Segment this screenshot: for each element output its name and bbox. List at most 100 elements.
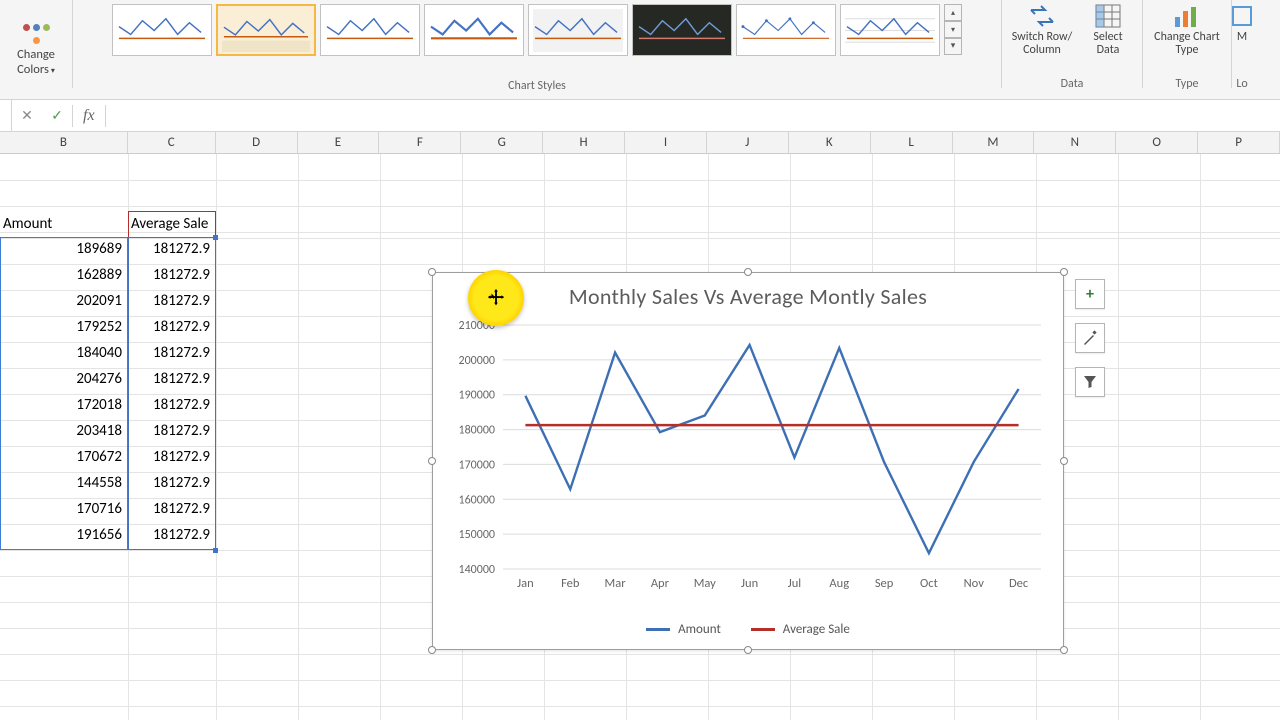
chart-style-1[interactable]: [112, 4, 212, 56]
header-average[interactable]: Average Sale: [128, 212, 238, 238]
svg-text:Sep: Sep: [875, 576, 894, 591]
move-icon: [1232, 2, 1252, 30]
move-chart-button[interactable]: M: [1232, 2, 1252, 44]
chart-legend[interactable]: Amount Average Sale: [433, 622, 1063, 637]
col-header[interactable]: P: [1198, 132, 1280, 153]
col-header[interactable]: D: [216, 132, 298, 153]
cell-average[interactable]: 181272.9: [128, 498, 216, 524]
col-header[interactable]: E: [298, 132, 380, 153]
col-header[interactable]: O: [1116, 132, 1198, 153]
col-header[interactable]: M: [953, 132, 1035, 153]
formula-input[interactable]: [106, 108, 1280, 124]
embedded-chart[interactable]: Monthly Sales Vs Average Montly Sales 14…: [432, 272, 1064, 650]
chart-style-2[interactable]: [216, 4, 316, 56]
col-header[interactable]: K: [789, 132, 871, 153]
table-row[interactable]: 184040181272.9: [0, 342, 238, 368]
col-header[interactable]: J: [707, 132, 789, 153]
cell-amount[interactable]: 184040: [0, 342, 128, 368]
color-dots-icon: [20, 22, 52, 46]
table-row[interactable]: 191656181272.9: [0, 524, 238, 550]
cell-amount[interactable]: 191656: [0, 524, 128, 550]
select-data-button[interactable]: Select Data: [1082, 2, 1134, 57]
chart-style-5[interactable]: [528, 4, 628, 56]
switch-icon: [1027, 2, 1057, 30]
svg-text:May: May: [694, 576, 716, 591]
cell-average[interactable]: 181272.9: [128, 342, 216, 368]
cell-amount[interactable]: 202091: [0, 290, 128, 316]
col-header[interactable]: L: [871, 132, 953, 153]
table-row[interactable]: 203418181272.9: [0, 420, 238, 446]
cell-average[interactable]: 181272.9: [128, 368, 216, 394]
chart-elements-button[interactable]: +: [1075, 279, 1105, 309]
ribbon: Change Colors▾: [0, 0, 1280, 100]
col-header[interactable]: G: [461, 132, 543, 153]
legend-label: Average Sale: [783, 622, 850, 637]
cell-average[interactable]: 181272.9: [128, 446, 216, 472]
cell-average[interactable]: 181272.9: [128, 524, 216, 550]
table-row[interactable]: 144558181272.9: [0, 472, 238, 498]
gallery-scroll-up[interactable]: ▴: [944, 4, 962, 21]
svg-text:170000: 170000: [459, 458, 496, 472]
col-header[interactable]: N: [1034, 132, 1116, 153]
cell-amount[interactable]: 172018: [0, 394, 128, 420]
cell-amount[interactable]: 204276: [0, 368, 128, 394]
chart-title[interactable]: Monthly Sales Vs Average Montly Sales: [433, 283, 1063, 310]
cell-average[interactable]: 181272.9: [128, 472, 216, 498]
cell-amount[interactable]: 189689: [0, 238, 128, 264]
cancel-button[interactable]: ✕: [12, 100, 42, 131]
cell-amount[interactable]: 170672: [0, 446, 128, 472]
cell-average[interactable]: 181272.9: [128, 316, 216, 342]
name-box[interactable]: [0, 100, 12, 131]
cell-amount[interactable]: 170716: [0, 498, 128, 524]
chart-style-8[interactable]: [840, 4, 940, 56]
cell-amount[interactable]: 179252: [0, 316, 128, 342]
chart-styles-button[interactable]: [1075, 323, 1105, 353]
col-header[interactable]: H: [543, 132, 625, 153]
header-amount[interactable]: Amount: [0, 212, 128, 238]
table-row[interactable]: 204276181272.9: [0, 368, 238, 394]
chart-style-4[interactable]: [424, 4, 524, 56]
table-row[interactable]: 179252181272.9: [0, 316, 238, 342]
plot-area[interactable]: 1400001500001600001700001800001900002000…: [503, 325, 1041, 569]
cell-amount[interactable]: 162889: [0, 264, 128, 290]
table-row[interactable]: 202091181272.9: [0, 290, 238, 316]
table-row[interactable]: 172018181272.9: [0, 394, 238, 420]
brush-icon: [1082, 330, 1098, 346]
cell-average[interactable]: 181272.9: [128, 290, 216, 316]
type-group: Change Chart Type Type: [1143, 0, 1231, 99]
cell-average[interactable]: 181272.9: [128, 394, 216, 420]
gallery-more[interactable]: ▾: [944, 38, 962, 55]
table-row[interactable]: 170672181272.9: [0, 446, 238, 472]
data-group-label: Data: [1061, 77, 1084, 95]
table-row[interactable]: 162889181272.9: [0, 264, 238, 290]
svg-text:Jun: Jun: [741, 576, 758, 591]
svg-text:160000: 160000: [459, 493, 496, 507]
col-header[interactable]: C: [128, 132, 216, 153]
cell-average[interactable]: 181272.9: [128, 264, 216, 290]
svg-text:Mar: Mar: [605, 576, 627, 591]
type-group-label: Type: [1175, 77, 1198, 95]
gallery-scroll-down[interactable]: ▾: [944, 21, 962, 38]
table-row[interactable]: 189689181272.9: [0, 238, 238, 264]
move-cursor-icon: [485, 287, 507, 309]
chart-style-6[interactable]: [632, 4, 732, 56]
chart-filter-button[interactable]: [1075, 367, 1105, 397]
change-colors-button[interactable]: Change Colors▾: [6, 22, 66, 77]
cell-amount[interactable]: 144558: [0, 472, 128, 498]
change-chart-type-button[interactable]: Change Chart Type: [1151, 2, 1223, 57]
change-colors-group: Change Colors▾: [0, 0, 72, 99]
col-header[interactable]: I: [625, 132, 707, 153]
cell-average[interactable]: 181272.9: [128, 420, 216, 446]
enter-button[interactable]: ✓: [42, 100, 72, 131]
worksheet-grid[interactable]: Amount Average Sale 189689181272.9162889…: [0, 154, 1280, 720]
cell-amount[interactable]: 203418: [0, 420, 128, 446]
col-header[interactable]: F: [379, 132, 461, 153]
chart-style-7[interactable]: [736, 4, 836, 56]
switch-row-column-button[interactable]: Switch Row/ Column: [1010, 2, 1074, 57]
legend-item[interactable]: Average Sale: [751, 622, 850, 637]
cell-average[interactable]: 181272.9: [128, 238, 216, 264]
legend-item[interactable]: Amount: [646, 622, 721, 637]
table-row[interactable]: 170716181272.9: [0, 498, 238, 524]
col-header[interactable]: B: [0, 132, 128, 153]
chart-style-3[interactable]: [320, 4, 420, 56]
